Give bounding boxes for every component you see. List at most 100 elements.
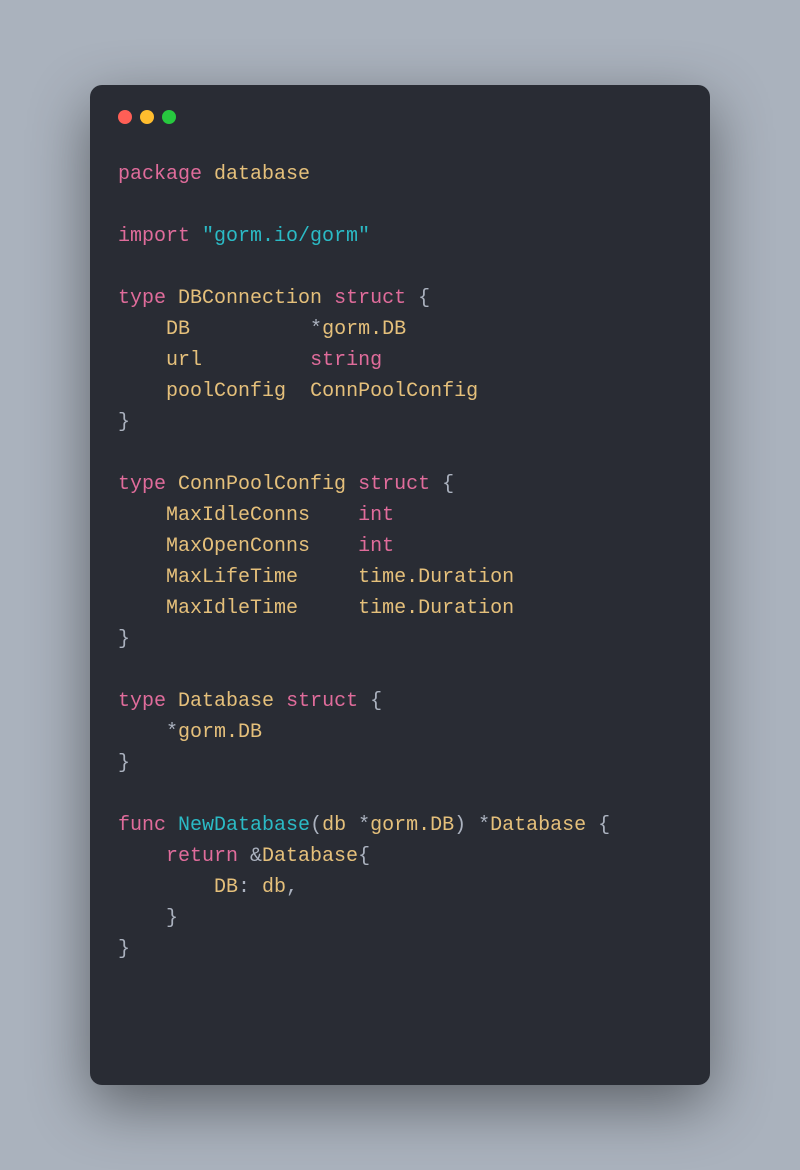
code-token: return xyxy=(166,845,238,868)
code-token xyxy=(190,225,202,248)
code-line: MaxIdleConns int xyxy=(118,500,682,531)
code-line: import "gorm.io/gorm" xyxy=(118,221,682,252)
code-token: MaxOpenConns xyxy=(166,535,310,558)
code-window: package database import "gorm.io/gorm" t… xyxy=(90,85,710,1085)
code-line: poolConfig ConnPoolConfig xyxy=(118,376,682,407)
code-token: & xyxy=(238,845,262,868)
zoom-dot-icon[interactable] xyxy=(162,110,176,124)
code-token: time.Duration xyxy=(358,566,514,589)
code-line: func NewDatabase(db *gorm.DB) *Database … xyxy=(118,810,682,841)
code-token xyxy=(202,163,214,186)
code-token: NewDatabase xyxy=(178,814,310,837)
code-token: ( xyxy=(310,814,322,837)
code-token: func xyxy=(118,814,166,837)
code-token: type xyxy=(118,690,166,713)
code-token xyxy=(118,380,166,403)
code-token xyxy=(118,504,166,527)
code-token: * xyxy=(118,721,178,744)
code-token: DB xyxy=(166,318,190,341)
code-token: { xyxy=(586,814,610,837)
code-token: { xyxy=(358,845,370,868)
code-token xyxy=(274,690,286,713)
code-token xyxy=(166,814,178,837)
code-token xyxy=(118,318,166,341)
code-token xyxy=(346,473,358,496)
code-token xyxy=(310,535,358,558)
code-token xyxy=(202,349,310,372)
code-token: int xyxy=(358,504,394,527)
code-token: ConnPoolConfig xyxy=(310,380,478,403)
code-token xyxy=(298,566,358,589)
code-line xyxy=(118,779,682,810)
code-token: struct xyxy=(334,287,406,310)
code-token xyxy=(322,287,334,310)
code-line: package database xyxy=(118,159,682,190)
code-token: time.Duration xyxy=(358,597,514,620)
code-token xyxy=(118,845,166,868)
code-line: url string xyxy=(118,345,682,376)
code-line: type ConnPoolConfig struct { xyxy=(118,469,682,500)
code-token xyxy=(310,504,358,527)
code-token: } xyxy=(118,938,130,961)
code-token: DBConnection xyxy=(178,287,322,310)
code-token: poolConfig xyxy=(166,380,286,403)
code-line xyxy=(118,252,682,283)
code-token: gorm.DB xyxy=(322,318,406,341)
code-line: } xyxy=(118,407,682,438)
code-line: DB: db, xyxy=(118,872,682,903)
code-token xyxy=(118,876,214,899)
code-token xyxy=(166,690,178,713)
code-token: type xyxy=(118,287,166,310)
code-token: } xyxy=(118,628,130,651)
code-token: MaxIdleTime xyxy=(166,597,298,620)
code-line: } xyxy=(118,903,682,934)
code-token: db xyxy=(262,876,286,899)
code-line: return &Database{ xyxy=(118,841,682,872)
code-token: struct xyxy=(286,690,358,713)
window-titlebar xyxy=(118,107,682,127)
code-token: int xyxy=(358,535,394,558)
code-token: : xyxy=(238,876,262,899)
code-token: Database xyxy=(490,814,586,837)
code-line xyxy=(118,190,682,221)
code-token xyxy=(118,349,166,372)
code-block: package database import "gorm.io/gorm" t… xyxy=(118,159,682,965)
code-token: gorm.DB xyxy=(178,721,262,744)
code-line: *gorm.DB xyxy=(118,717,682,748)
code-line: DB *gorm.DB xyxy=(118,314,682,345)
close-dot-icon[interactable] xyxy=(118,110,132,124)
code-token: { xyxy=(406,287,430,310)
code-token: * xyxy=(190,318,322,341)
code-token: } xyxy=(118,752,130,775)
code-token xyxy=(166,287,178,310)
code-token: ) * xyxy=(454,814,490,837)
code-line xyxy=(118,655,682,686)
code-token: db xyxy=(322,814,346,837)
code-token xyxy=(118,566,166,589)
code-token: gorm.DB xyxy=(370,814,454,837)
minimize-dot-icon[interactable] xyxy=(140,110,154,124)
code-token: , xyxy=(286,876,298,899)
code-token: Database xyxy=(262,845,358,868)
code-token: string xyxy=(310,349,382,372)
code-token: url xyxy=(166,349,202,372)
code-line: } xyxy=(118,748,682,779)
code-token: * xyxy=(346,814,370,837)
code-line: MaxOpenConns int xyxy=(118,531,682,562)
code-line: } xyxy=(118,624,682,655)
code-token: package xyxy=(118,163,202,186)
code-token: { xyxy=(430,473,454,496)
code-token xyxy=(118,535,166,558)
code-line: MaxIdleTime time.Duration xyxy=(118,593,682,624)
code-line: MaxLifeTime time.Duration xyxy=(118,562,682,593)
code-token xyxy=(298,597,358,620)
code-token: } xyxy=(118,907,178,930)
code-token: database xyxy=(214,163,310,186)
code-token: MaxIdleConns xyxy=(166,504,310,527)
code-token: { xyxy=(358,690,382,713)
code-line xyxy=(118,438,682,469)
code-line: } xyxy=(118,934,682,965)
code-token: Database xyxy=(178,690,274,713)
code-token xyxy=(118,597,166,620)
code-token: type xyxy=(118,473,166,496)
